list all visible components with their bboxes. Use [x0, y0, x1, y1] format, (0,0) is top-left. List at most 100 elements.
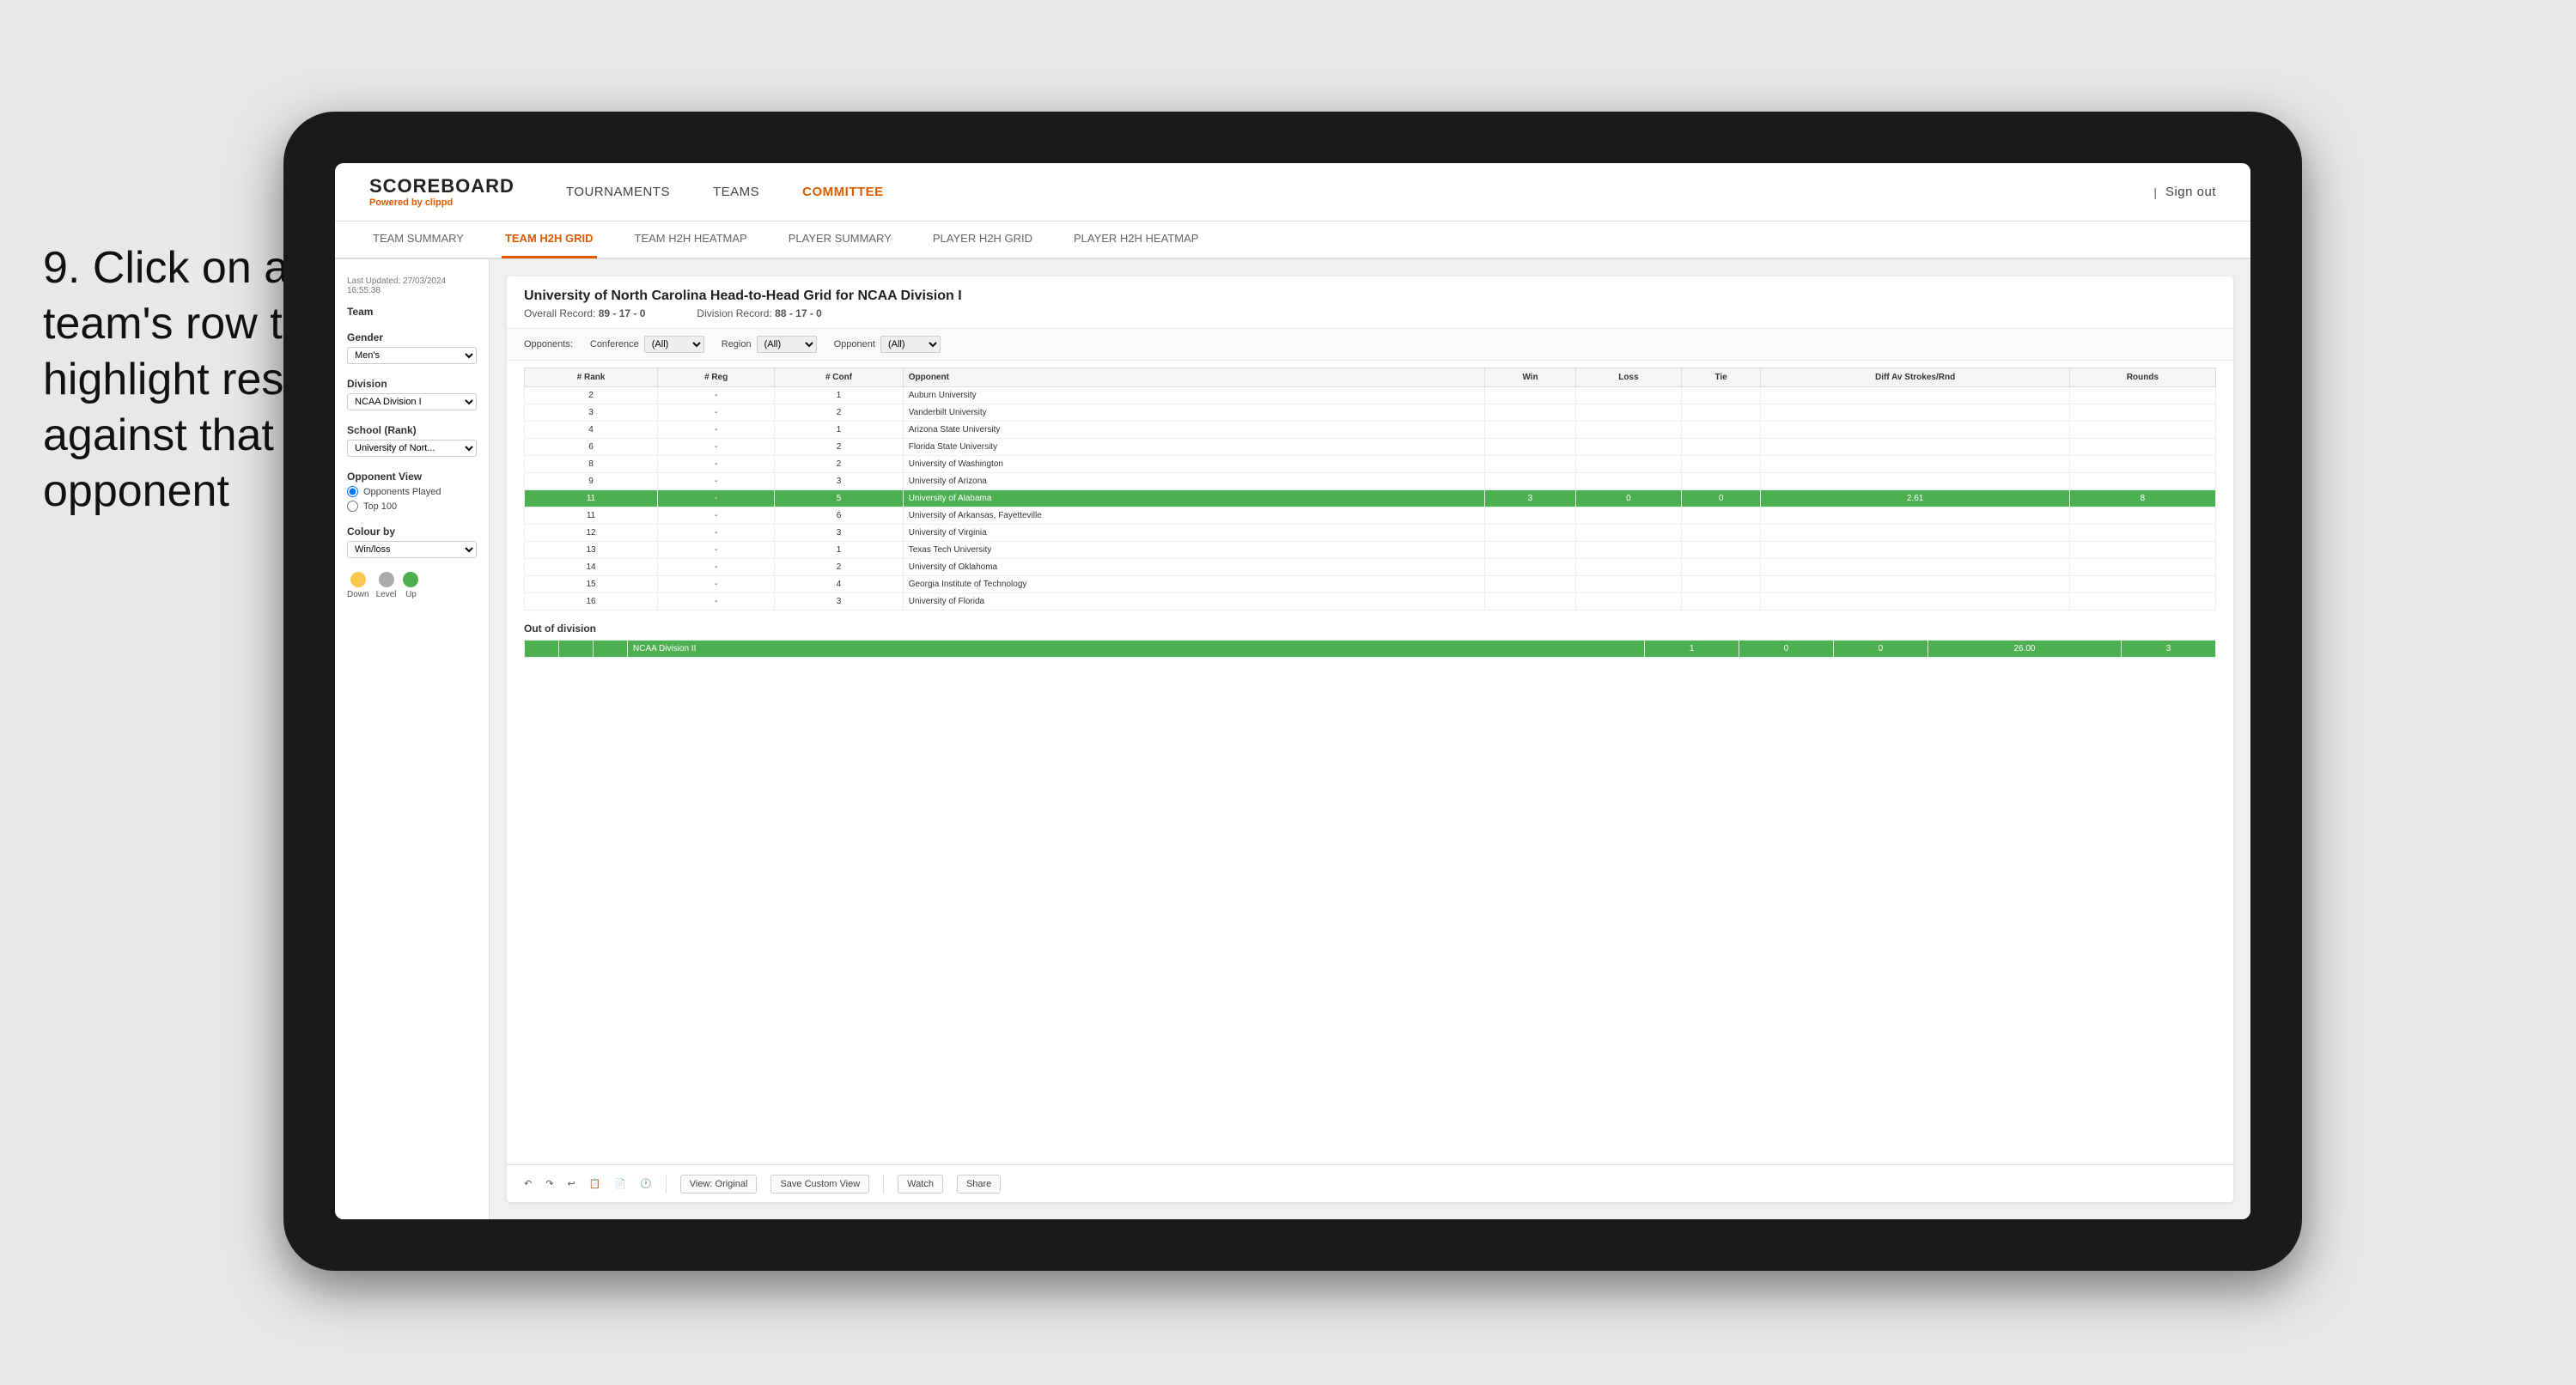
conference-filter-select[interactable]: (All): [644, 336, 704, 353]
subnav-player-h2h-heatmap[interactable]: PLAYER H2H HEATMAP: [1070, 221, 1202, 258]
back-icon[interactable]: ↩: [567, 1178, 575, 1189]
legend-area: Down Level Up: [347, 572, 477, 599]
tablet-frame: SCOREBOARD Powered by clippd TOURNAMENTS…: [283, 112, 2302, 1271]
sidebar: Last Updated: 27/03/2024 16:55:38 Team G…: [335, 259, 490, 1219]
logo-area: SCOREBOARD Powered by clippd: [369, 176, 515, 207]
sign-out-button[interactable]: Sign out: [2165, 185, 2216, 199]
sidebar-gender-section: Gender Men's: [347, 331, 477, 364]
col-loss: Loss: [1575, 368, 1681, 387]
timer-icon[interactable]: 🕐: [640, 1178, 652, 1189]
table-row[interactable]: 12-3University of Virginia: [525, 525, 2216, 542]
col-tie: Tie: [1681, 368, 1760, 387]
table-row[interactable]: 15-4Georgia Institute of Technology: [525, 576, 2216, 593]
colour-by-select[interactable]: Win/loss: [347, 541, 477, 558]
filter-opponents: Opponents:: [524, 339, 573, 349]
sidebar-division-label: Division: [347, 378, 477, 390]
legend-level-dot: [379, 572, 394, 587]
table-row[interactable]: 3-2Vanderbilt University: [525, 404, 2216, 422]
share-button[interactable]: Share: [957, 1175, 1001, 1194]
sidebar-school-label: School (Rank): [347, 424, 477, 436]
table-row[interactable]: 14-2University of Oklahoma: [525, 559, 2216, 576]
legend-up: Up: [403, 572, 418, 599]
table-row[interactable]: 16-3University of Florida: [525, 593, 2216, 610]
toolbar-divider-1: [666, 1175, 667, 1194]
grid-area: University of North Carolina Head-to-Hea…: [507, 276, 2233, 1202]
out-div-rounds: 3: [2122, 641, 2216, 658]
radio-opponents-played[interactable]: Opponents Played: [347, 486, 477, 497]
table-row[interactable]: 8-2University of Washington: [525, 456, 2216, 473]
nav-teams[interactable]: TEAMS: [713, 185, 759, 199]
sidebar-opponent-view-section: Opponent View Opponents Played Top 100: [347, 471, 477, 512]
paste-icon[interactable]: 📄: [614, 1178, 626, 1189]
grid-header: University of North Carolina Head-to-Hea…: [507, 276, 2233, 329]
grid-title: University of North Carolina Head-to-Hea…: [524, 289, 2216, 304]
main-content: Last Updated: 27/03/2024 16:55:38 Team G…: [335, 259, 2250, 1219]
table-row[interactable]: 11-6University of Arkansas, Fayetteville: [525, 507, 2216, 525]
overall-record-label: Overall Record: 89 - 17 - 0: [524, 307, 645, 319]
redo-icon[interactable]: ↷: [545, 1178, 553, 1189]
division-record-label: Division Record: 88 - 17 - 0: [697, 307, 821, 319]
table-row[interactable]: 13-1Texas Tech University: [525, 542, 2216, 559]
col-opponent: Opponent: [903, 368, 1484, 387]
col-win: Win: [1485, 368, 1576, 387]
subnav-player-summary[interactable]: PLAYER SUMMARY: [785, 221, 895, 258]
table-row[interactable]: 6-2Florida State University: [525, 439, 2216, 456]
out-div-loss: 0: [1739, 641, 1834, 658]
opponent-view-radio-group: Opponents Played Top 100: [347, 486, 477, 512]
nav-menu: TOURNAMENTS TEAMS COMMITTEE: [566, 185, 2102, 199]
opponent-filter-select[interactable]: (All): [880, 336, 941, 353]
table-row[interactable]: 9-3University of Arizona: [525, 473, 2216, 490]
sidebar-colour-by-label: Colour by: [347, 525, 477, 538]
watch-button[interactable]: Watch: [898, 1175, 943, 1194]
logo-title: SCOREBOARD: [369, 176, 515, 197]
bottom-toolbar: ↶ ↷ ↩ 📋 📄 🕐 View: Original Save Custom V…: [507, 1164, 2233, 1202]
region-filter-select[interactable]: (All): [757, 336, 817, 353]
school-select[interactable]: University of Nort...: [347, 440, 477, 457]
filter-region: Region (All): [722, 336, 817, 353]
subnav-player-h2h-grid[interactable]: PLAYER H2H GRID: [929, 221, 1036, 258]
sidebar-school-section: School (Rank) University of Nort...: [347, 424, 477, 457]
sidebar-division-section: Division NCAA Division I: [347, 378, 477, 410]
table-header-row: # Rank # Reg # Conf Opponent Win Loss Ti…: [525, 368, 2216, 387]
sidebar-opponent-view-label: Opponent View: [347, 471, 477, 483]
nav-tournaments[interactable]: TOURNAMENTS: [566, 185, 670, 199]
radio-top100[interactable]: Top 100: [347, 501, 477, 512]
filter-conference: Conference (All): [590, 336, 704, 353]
save-custom-view-button[interactable]: Save Custom View: [770, 1175, 869, 1194]
table-row[interactable]: 4-1Arizona State University: [525, 422, 2216, 439]
out-of-division-label: Out of division: [524, 623, 2216, 635]
out-div-name: NCAA Division II: [628, 641, 1645, 658]
col-rank: # Rank: [525, 368, 658, 387]
toolbar-divider-2: [883, 1175, 884, 1194]
sidebar-team-label: Team: [347, 306, 477, 318]
legend-down-dot: [350, 572, 366, 587]
subnav-team-h2h-heatmap[interactable]: TEAM H2H HEATMAP: [631, 221, 751, 258]
undo-icon[interactable]: ↶: [524, 1178, 532, 1189]
table-row[interactable]: 2-1Auburn University: [525, 387, 2216, 404]
table-row[interactable]: 11-5University of Alabama3002.618: [525, 490, 2216, 507]
out-of-division-section: Out of division NCAA Division II 1 0: [524, 623, 2216, 658]
col-diff: Diff Av Strokes/Rnd: [1761, 368, 2070, 387]
out-div-tie: 0: [1834, 641, 1928, 658]
division-select[interactable]: NCAA Division I: [347, 393, 477, 410]
out-div-win: 1: [1645, 641, 1739, 658]
legend-up-dot: [403, 572, 418, 587]
app-header: SCOREBOARD Powered by clippd TOURNAMENTS…: [335, 163, 2250, 222]
gender-select[interactable]: Men's: [347, 347, 477, 364]
out-div-diff: 26.00: [1927, 641, 2121, 658]
sub-nav: TEAM SUMMARY TEAM H2H GRID TEAM H2H HEAT…: [335, 222, 2250, 259]
header-right: | Sign out: [2153, 185, 2216, 199]
subnav-team-h2h-grid[interactable]: TEAM H2H GRID: [502, 221, 597, 258]
subnav-team-summary[interactable]: TEAM SUMMARY: [369, 221, 467, 258]
copy-icon[interactable]: 📋: [589, 1178, 601, 1189]
nav-committee[interactable]: COMMITTEE: [802, 185, 884, 199]
view-original-button[interactable]: View: Original: [680, 1175, 758, 1194]
grid-records: Overall Record: 89 - 17 - 0 Division Rec…: [524, 307, 2216, 319]
sidebar-gender-label: Gender: [347, 331, 477, 343]
h2h-data-table: # Rank # Reg # Conf Opponent Win Loss Ti…: [524, 368, 2216, 610]
out-of-division-row[interactable]: NCAA Division II 1 0 0 26.00 3: [525, 641, 2216, 658]
col-conf: # Conf: [775, 368, 903, 387]
filter-opponent: Opponent (All): [834, 336, 941, 353]
out-of-division-table: NCAA Division II 1 0 0 26.00 3: [524, 640, 2216, 658]
col-rounds: Rounds: [2069, 368, 2215, 387]
